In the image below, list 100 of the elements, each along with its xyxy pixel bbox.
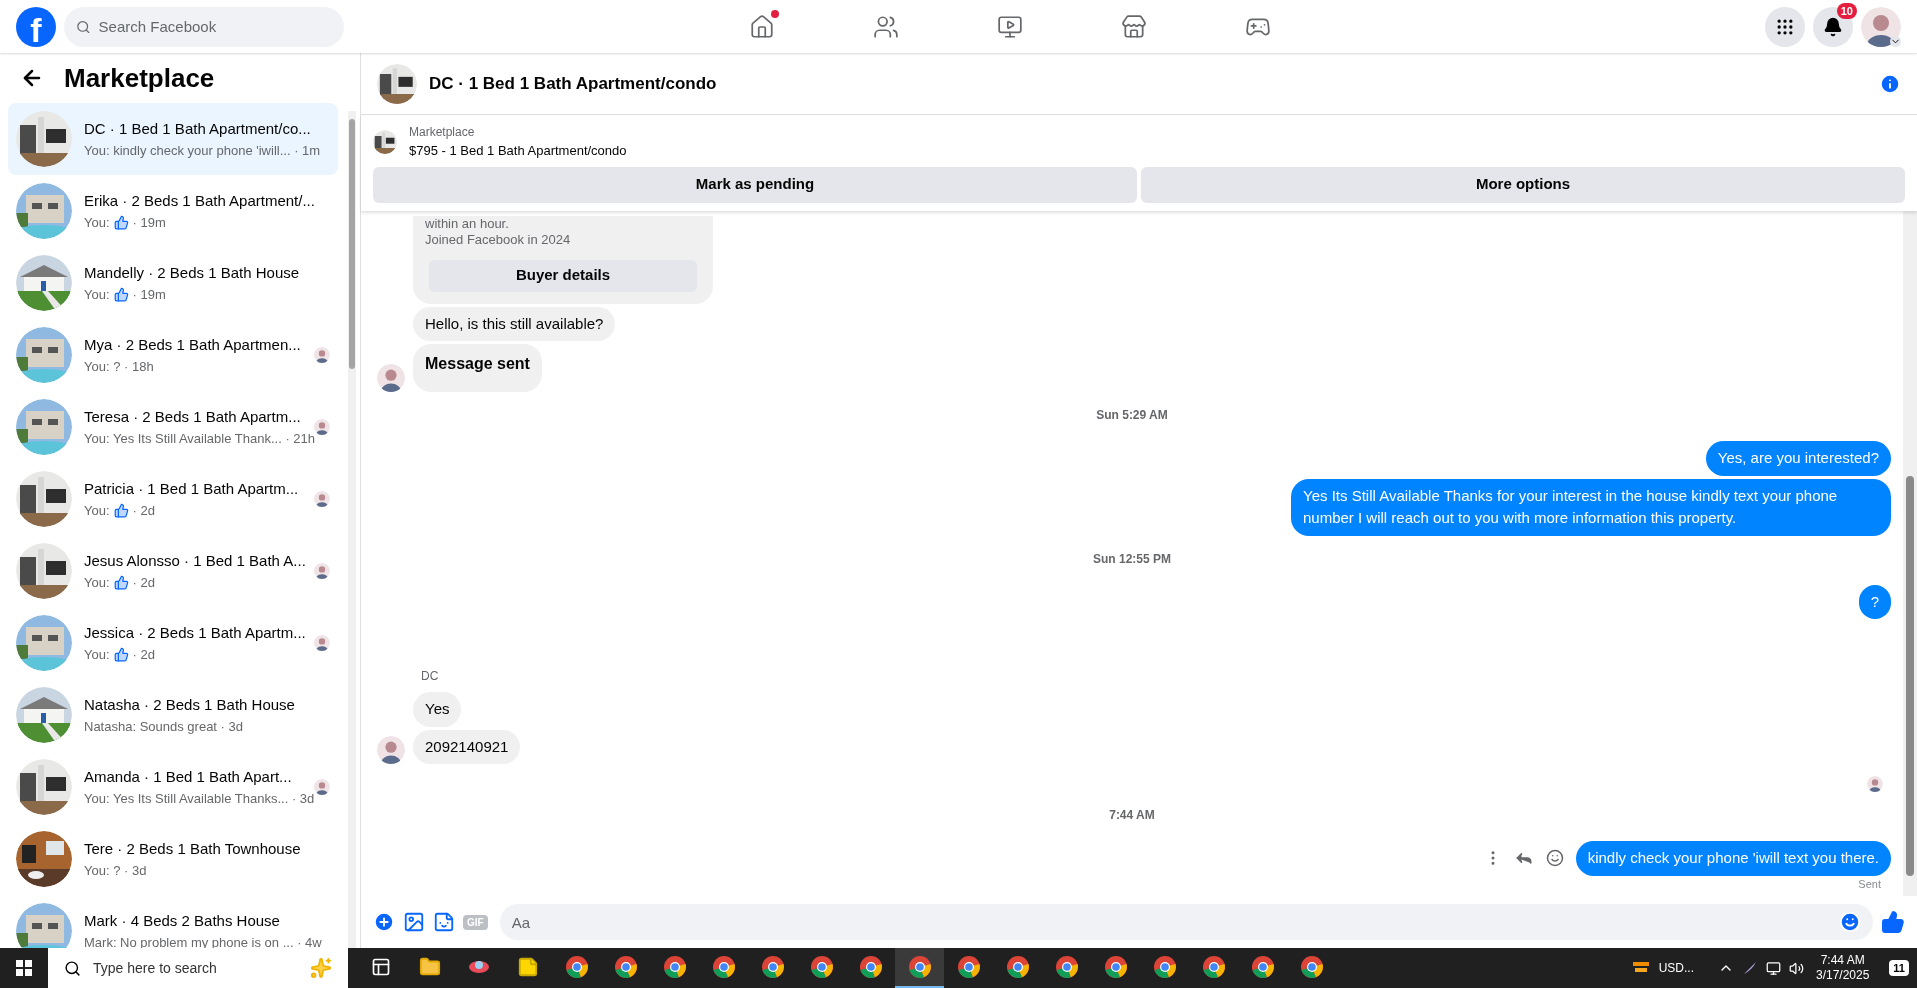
message-time: · 4w (296, 933, 322, 948)
clock[interactable]: 7:44 AM 3/17/2025 (1811, 953, 1874, 983)
message-preview: You: (84, 573, 110, 592)
user-avatar (314, 347, 330, 363)
chat-title: DC · 1 Bed 1 Bath Apartment/condo (429, 72, 718, 95)
user-avatar (314, 491, 330, 507)
browser-icon (613, 955, 638, 979)
incoming-message: 2092140921 (413, 729, 521, 764)
browser-icon (1250, 955, 1275, 979)
user-avatar (314, 419, 330, 435)
user-avatar (314, 563, 330, 579)
search-icon (76, 18, 91, 35)
search-input[interactable]: Search Facebook (98, 6, 332, 47)
search-field[interactable]: Search Facebook (64, 6, 344, 47)
browser-icon (1005, 955, 1030, 979)
buyer-details-button[interactable]: Buyer details (429, 259, 697, 292)
profile-button[interactable] (1861, 6, 1901, 47)
message-time: · 19m (132, 285, 166, 304)
message-time: · 2d (132, 573, 155, 592)
listing-label: Marketplace (409, 124, 476, 141)
thumbs-up-icon[interactable] (1881, 910, 1905, 934)
emoji-icon[interactable] (1545, 849, 1564, 868)
scrollbar[interactable] (348, 111, 356, 948)
friends-icon (872, 13, 899, 40)
message-time: · 1m (293, 141, 321, 160)
outgoing-message: kindly check your phone 'iwill text you there. (1575, 841, 1891, 876)
timestamp: Sun 5:29 AM (1096, 407, 1168, 424)
notes-icon (516, 956, 539, 978)
scrollbar[interactable] (1903, 210, 1917, 896)
image-icon[interactable] (403, 911, 425, 933)
plus-icon[interactable] (373, 911, 395, 933)
message-preview: Natasha: Sounds great · 3d (84, 717, 243, 736)
browser-icon (809, 955, 834, 979)
card-text: Joined Facebook in 2024 (425, 231, 572, 248)
incoming-message: Message sent (413, 344, 542, 392)
user-avatar (314, 779, 330, 795)
store-icon (1120, 13, 1147, 40)
emoji-icon (1839, 911, 1861, 933)
facebook-logo[interactable]: f (16, 6, 56, 47)
sticker-icon[interactable] (433, 911, 455, 933)
conversation-title: Mark · 4 Beds 2 Baths House (84, 911, 281, 931)
video-icon (996, 13, 1023, 40)
browser-icon (1299, 955, 1324, 979)
listing-title: $795 - 1 Bed 1 Bath Apartment/condo (409, 142, 627, 160)
message-preview: You: Yes Its Still Available Thank... (84, 429, 282, 448)
message-status: Sent (1858, 876, 1881, 892)
conversation-item[interactable]: DC · 1 Bed 1 Bath Apartment/co... You: kindly check your phone 'iwill... · 1m (8, 103, 338, 175)
conversation-title: DC · 1 Bed 1 Bath Apartment/co... (84, 119, 312, 139)
message-preview: You: kindly check your phone 'iwill... (84, 141, 291, 160)
user-avatar (377, 364, 405, 392)
currency-ticker[interactable]: USD... (1658, 959, 1694, 977)
conversation-title: Teresa · 2 Beds 1 Bath Apartm... (84, 407, 302, 427)
sender-name: DC (421, 669, 439, 683)
notifications-button[interactable]: 11 (1889, 960, 1909, 976)
browser-icon (1103, 955, 1128, 979)
outgoing-message: Yes Its Still Available Thanks for your interest in the house kindly text your phone number I will reach out to you with more information this property. (1291, 478, 1891, 536)
notification-badge: 10 (1836, 2, 1857, 19)
network-icon[interactable] (1765, 960, 1781, 976)
bell-icon (1823, 16, 1843, 37)
taskbar-search-input[interactable]: Type here to search (93, 948, 298, 988)
conversation-title: Mandelly · 2 Beds 1 Bath House (84, 263, 301, 283)
browser-icon (1201, 955, 1226, 979)
browser-icon (662, 955, 687, 979)
message-preview: You: (84, 501, 110, 520)
browser-icon (711, 955, 736, 979)
card-text: within an hour. (425, 215, 510, 232)
conversation-title: Erika · 2 Beds 1 Bath Apartment/... (84, 191, 316, 211)
incoming-message: Hello, is this still available? (413, 306, 616, 341)
browser-icon (760, 955, 785, 979)
conversation-title: Tere · 2 Beds 1 Bath Townhouse (84, 839, 302, 859)
message-preview: You: (84, 285, 110, 304)
message-preview: You: Yes Its Still Available Thanks... (84, 789, 289, 808)
conversation-title: Mya · 2 Beds 1 Bath Apartmen... (84, 335, 302, 355)
taskbar-app[interactable] (895, 948, 944, 988)
browser-icon (907, 955, 932, 979)
outgoing-message: Yes, are you interested? (1705, 441, 1891, 476)
browser-icon (956, 955, 981, 979)
message-preview: You: (84, 213, 110, 232)
user-avatar (1861, 6, 1901, 47)
message-time: · 2d (132, 501, 155, 520)
outgoing-message: ? (1858, 584, 1891, 619)
message-preview: You: (84, 645, 110, 664)
chevron-down-icon (1890, 35, 1901, 47)
message-preview: You: ? · 3d (84, 861, 147, 880)
message-preview: You: ? · 18h (84, 357, 154, 376)
menu-button[interactable] (1765, 6, 1805, 47)
clock-date: 3/17/2025 (1815, 968, 1870, 983)
conversation-title: Patricia · 1 Bed 1 Bath Apartm... (84, 479, 300, 499)
listing-action-button[interactable]: More options (1141, 166, 1905, 203)
message-time: · 21h (284, 429, 316, 448)
user-avatar (1867, 776, 1883, 792)
info-icon[interactable] (1879, 72, 1901, 95)
sparkle-icon (310, 957, 332, 979)
user-avatar (314, 635, 330, 651)
message-time: · 3d (290, 789, 315, 808)
message-time: · 2d (132, 645, 155, 664)
volume-icon[interactable] (1788, 960, 1804, 976)
home-icon (748, 13, 775, 40)
taskbar-search-field[interactable]: Type here to search (48, 948, 348, 988)
listing-action-button[interactable]: Mark as pending (373, 166, 1137, 203)
